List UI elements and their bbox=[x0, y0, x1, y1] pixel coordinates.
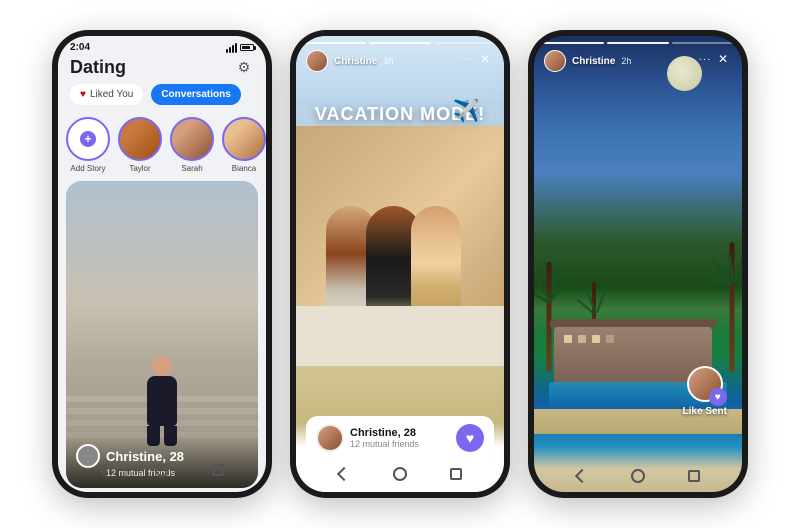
back-button-2[interactable] bbox=[334, 464, 354, 484]
phone-2-screen: VACATION MODE! ✈️ Christine 3h ··· bbox=[296, 36, 504, 492]
story-taylor[interactable]: Taylor bbox=[118, 117, 162, 173]
bianca-avatar bbox=[222, 117, 266, 161]
more-dots-3: ··· bbox=[699, 54, 712, 65]
phone-2: VACATION MODE! ✈️ Christine 3h ··· bbox=[290, 30, 510, 498]
liked-label: Liked You bbox=[90, 89, 133, 100]
airplane-icon: ✈️ bbox=[453, 98, 480, 124]
tab-bar: ♥ Liked You Conversations bbox=[58, 84, 266, 113]
story-bottom-card: Christine, 28 12 mutual friends ♥ bbox=[306, 416, 494, 460]
nav-bar-2 bbox=[296, 460, 504, 488]
plus-icon: + bbox=[80, 131, 96, 147]
close-icon-3: ✕ bbox=[718, 52, 728, 66]
close-story-button[interactable]: ✕ bbox=[476, 50, 494, 68]
phone-1-screen: 2:04 Dating ⚙ bbox=[58, 36, 266, 492]
story-bianca[interactable]: Bianca bbox=[222, 117, 266, 173]
battery-icon bbox=[240, 44, 254, 51]
taylor-name: Taylor bbox=[129, 164, 150, 173]
person-silhouette bbox=[147, 356, 177, 446]
progress-bars bbox=[304, 42, 496, 44]
status-icons-1 bbox=[226, 43, 254, 53]
story-user-avatar bbox=[306, 50, 328, 72]
dating-header: Dating ⚙ bbox=[58, 55, 266, 84]
conversations-label: Conversations bbox=[161, 89, 230, 100]
home-button[interactable] bbox=[152, 460, 172, 480]
sarah-name: Sarah bbox=[181, 164, 202, 173]
add-story-label: Add Story bbox=[70, 164, 105, 173]
signal-icon bbox=[226, 43, 237, 53]
nav-bar-1 bbox=[58, 456, 266, 484]
back-button[interactable] bbox=[96, 460, 116, 480]
back-button-3[interactable] bbox=[572, 466, 592, 486]
page-title: Dating bbox=[70, 57, 126, 78]
more-options-button[interactable]: ··· bbox=[458, 50, 476, 68]
recents-button[interactable] bbox=[208, 460, 228, 480]
add-story-btn[interactable]: + bbox=[66, 117, 110, 161]
stories-row: + Add Story Taylor Sarah Bianca bbox=[58, 113, 266, 177]
story-user-info-3: Christine 2h bbox=[544, 50, 702, 72]
story-full-screen: VACATION MODE! ✈️ Christine 3h ··· bbox=[296, 36, 504, 492]
tab-conversations[interactable]: Conversations bbox=[151, 84, 240, 105]
taylor-avatar bbox=[118, 117, 162, 161]
profile-card[interactable]: Christine, 28 12 mutual friends bbox=[66, 181, 258, 488]
more-dots: ··· bbox=[461, 54, 474, 65]
people-group-area bbox=[296, 116, 504, 366]
sarah-avatar bbox=[170, 117, 214, 161]
story-card-name: Christine, 28 bbox=[350, 427, 419, 439]
story-card-mutual: 12 mutual friends bbox=[350, 439, 419, 449]
heart-icon: ♥ bbox=[80, 89, 86, 100]
status-time-1: 2:04 bbox=[70, 42, 90, 53]
story-add[interactable]: + Add Story bbox=[66, 117, 110, 173]
like-heart-icon: ♥ bbox=[709, 388, 727, 406]
settings-icon[interactable]: ⚙ bbox=[234, 58, 254, 78]
tab-liked-you[interactable]: ♥ Liked You bbox=[70, 84, 143, 105]
phones-container: 2:04 Dating ⚙ bbox=[32, 10, 768, 518]
story-sarah[interactable]: Sarah bbox=[170, 117, 214, 173]
story-user-avatar-3 bbox=[544, 50, 566, 72]
home-button-2[interactable] bbox=[390, 464, 410, 484]
phone-3-screen: Christine 2h ··· ✕ ♥ Like Sent bbox=[534, 36, 742, 492]
status-bar-1: 2:04 bbox=[58, 36, 266, 55]
like-sent-text: Like Sent bbox=[683, 406, 727, 417]
close-story-button-3[interactable]: ✕ bbox=[714, 50, 732, 68]
story-time: 3h bbox=[383, 56, 393, 66]
like-sent-overlay: ♥ Like Sent bbox=[683, 366, 727, 417]
close-icon: ✕ bbox=[480, 52, 490, 66]
home-button-3[interactable] bbox=[628, 466, 648, 486]
nav-bar-3 bbox=[534, 462, 742, 490]
story-username-3: Christine bbox=[572, 56, 615, 67]
phone-3: Christine 2h ··· ✕ ♥ Like Sent bbox=[528, 30, 748, 498]
recents-button-3[interactable] bbox=[684, 466, 704, 486]
like-button[interactable]: ♥ bbox=[456, 424, 484, 452]
story-username: Christine bbox=[334, 56, 377, 67]
bianca-name: Bianca bbox=[232, 164, 256, 173]
story-user-info: Christine 3h bbox=[306, 50, 464, 72]
recents-button-2[interactable] bbox=[446, 464, 466, 484]
more-options-button-3[interactable]: ··· bbox=[696, 50, 714, 68]
story-card-avatar bbox=[316, 424, 344, 452]
phone-1: 2:04 Dating ⚙ bbox=[52, 30, 272, 498]
progress-bars-3 bbox=[542, 42, 734, 44]
story-time-3: 2h bbox=[621, 56, 631, 66]
